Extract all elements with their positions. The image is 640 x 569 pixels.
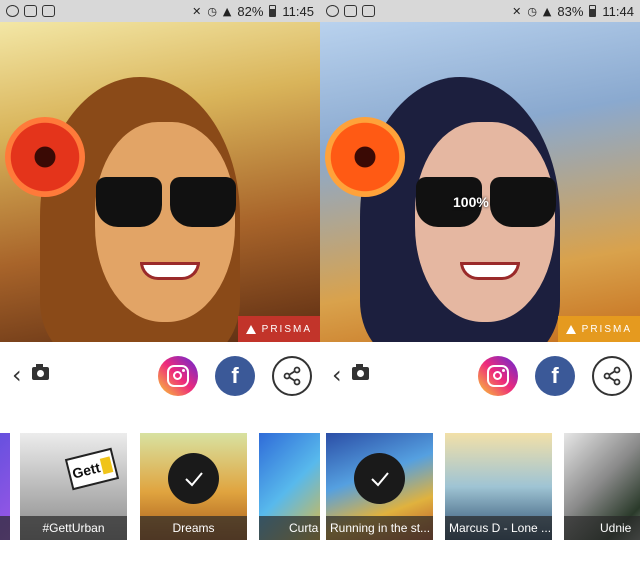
photo-smile <box>460 262 520 280</box>
filter-tile[interactable] <box>0 433 10 540</box>
selected-indicator <box>354 453 405 504</box>
gallery-icon <box>344 5 357 17</box>
filter-strip: Running in the st... Marcus D - Lone ...… <box>320 433 640 540</box>
notification-icons <box>6 5 55 17</box>
filter-label: Dreams <box>140 516 247 540</box>
email-icon <box>362 5 375 17</box>
battery-percent: 82% <box>237 3 264 19</box>
signal-icon: ▲ <box>542 4 552 18</box>
prisma-label: PRISMA <box>581 323 632 335</box>
prisma-logo-icon <box>245 324 256 334</box>
facebook-share-button[interactable]: f <box>215 356 255 396</box>
prisma-watermark[interactable]: PRISMA <box>237 316 320 342</box>
status-bar: ✕ ◷ ▲ 82% 11:45 <box>0 0 320 22</box>
clock: 11:44 <box>602 3 634 19</box>
facebook-icon: f <box>231 363 239 388</box>
battery-icon <box>589 5 597 17</box>
battery-icon <box>269 5 277 17</box>
prisma-logo-icon <box>565 324 576 334</box>
selected-indicator <box>168 453 219 504</box>
system-tray: ✕ ◷ ▲ 83% 11:44 <box>512 4 634 19</box>
stylized-photo[interactable]: PRISMA <box>0 22 320 342</box>
camera-icon[interactable] <box>352 364 369 380</box>
action-bar: ‹ f <box>0 342 320 410</box>
check-icon <box>184 471 203 486</box>
alarm-icon: ◷ <box>207 4 217 18</box>
screen-left: ✕ ◷ ▲ 82% 11:45 PRISMA ‹ f Gett #GettUrb… <box>0 0 320 569</box>
system-tray: ✕ ◷ ▲ 82% 11:45 <box>192 4 314 19</box>
messenger-icon <box>6 5 19 17</box>
email-icon <box>42 5 55 17</box>
filter-label: Running in the st... <box>326 516 433 540</box>
filter-tile-udnie[interactable]: Udnie <box>564 433 640 540</box>
screen-right: ✕ ◷ ▲ 83% 11:44 100% PRISMA ‹ f Running … <box>320 0 640 569</box>
mute-icon: ✕ <box>512 4 522 18</box>
share-icon <box>603 366 621 386</box>
instagram-icon <box>167 365 189 387</box>
filter-label: Udnie <box>564 516 640 540</box>
photo-sunglasses <box>96 177 236 227</box>
signal-icon: ▲ <box>222 4 232 18</box>
instagram-share-button[interactable] <box>478 356 518 396</box>
photo-flower <box>5 117 85 197</box>
back-chevron-icon[interactable]: ‹ <box>12 362 22 388</box>
filter-tile-gett-urban[interactable]: Gett #GettUrban <box>20 433 127 540</box>
prisma-label: PRISMA <box>261 323 312 335</box>
photo-smile <box>140 262 200 280</box>
stylized-photo[interactable]: 100% PRISMA <box>320 22 640 342</box>
clock: 11:45 <box>282 3 314 19</box>
filter-strip: Gett #GettUrban Dreams Curta <box>0 433 320 540</box>
photo-flower <box>325 117 405 197</box>
filter-tile-marcus-d[interactable]: Marcus D - Lone ... <box>445 433 552 540</box>
notification-icons <box>326 5 375 17</box>
instagram-icon <box>487 365 509 387</box>
filter-tile-curtain[interactable]: Curta <box>259 433 320 540</box>
action-bar: ‹ f <box>320 342 640 410</box>
filter-label: Marcus D - Lone ... <box>445 516 552 540</box>
back-chevron-icon[interactable]: ‹ <box>332 362 342 388</box>
alarm-icon: ◷ <box>527 4 537 18</box>
share-button[interactable] <box>592 356 632 396</box>
share-button[interactable] <box>272 356 312 396</box>
filter-label: #GettUrban <box>20 516 127 540</box>
facebook-icon: f <box>551 363 559 388</box>
camera-icon[interactable] <box>32 364 49 380</box>
instagram-share-button[interactable] <box>158 356 198 396</box>
battery-percent: 83% <box>557 3 584 19</box>
prisma-watermark[interactable]: PRISMA <box>557 316 640 342</box>
gallery-icon <box>24 5 37 17</box>
filter-label: Curta <box>259 516 320 540</box>
share-icon <box>283 366 301 386</box>
facebook-share-button[interactable]: f <box>535 356 575 396</box>
filter-tile-dreams[interactable]: Dreams <box>140 433 247 540</box>
status-bar: ✕ ◷ ▲ 83% 11:44 <box>320 0 640 22</box>
messenger-icon <box>326 5 339 17</box>
filter-tile-running[interactable]: Running in the st... <box>326 433 433 540</box>
check-icon <box>370 471 389 486</box>
filter-label <box>0 516 10 540</box>
gett-sign: Gett <box>64 447 120 491</box>
mute-icon: ✕ <box>192 4 202 18</box>
intensity-readout: 100% <box>453 194 489 210</box>
